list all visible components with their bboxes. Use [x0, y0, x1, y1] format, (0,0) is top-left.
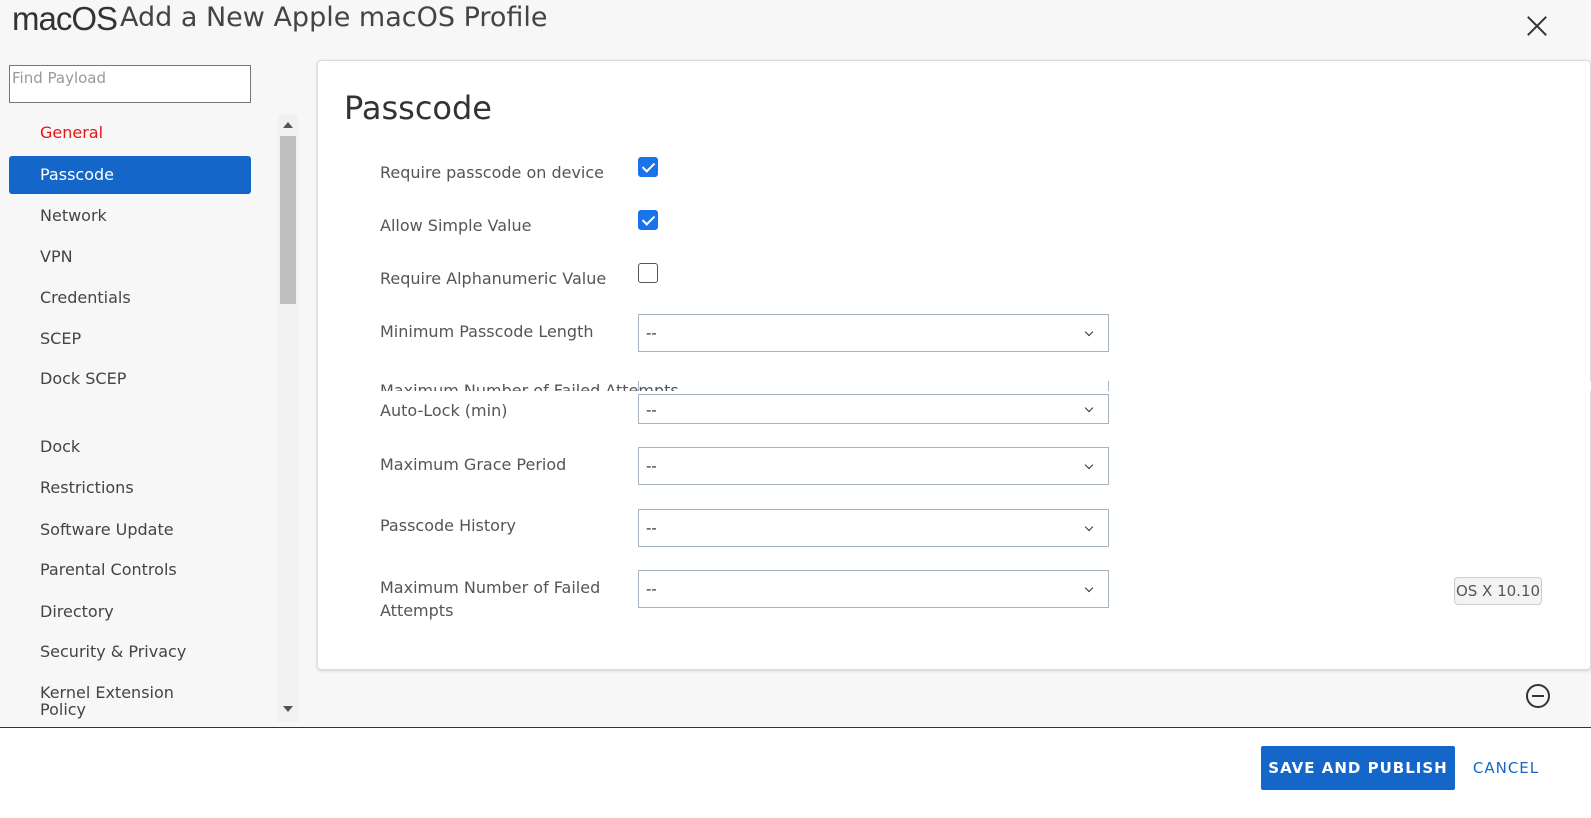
clipped-row: Maximum Number of Failed Attempts — [318, 381, 1591, 391]
sidebar-item-kernel-extension-policy[interactable]: Kernel Extension Policy — [9, 682, 179, 720]
grace-period-value: -- — [646, 457, 657, 475]
grace-period-label: Maximum Grace Period — [380, 455, 567, 474]
sidebar-item-software-update[interactable]: Software Update — [9, 511, 251, 549]
failed-attempts-label: Maximum Number of Failed Attempts — [380, 578, 601, 620]
remove-payload-icon[interactable] — [1526, 684, 1550, 708]
chevron-down-icon — [1084, 327, 1094, 337]
failed-attempts-value: -- — [646, 580, 657, 598]
sidebar-scrollbar[interactable] — [278, 114, 298, 722]
grace-period-select[interactable]: -- — [638, 447, 1109, 485]
sidebar-item-general[interactable]: General — [9, 114, 251, 152]
sidebar-item-credentials[interactable]: Credentials — [9, 279, 251, 317]
close-icon[interactable] — [1524, 13, 1550, 39]
clipped-row-select — [638, 381, 1109, 391]
panel-title: Passcode — [344, 89, 492, 127]
chevron-down-icon — [1084, 460, 1094, 470]
allow-simple-checkbox[interactable] — [638, 210, 658, 230]
history-label: Passcode History — [380, 516, 516, 535]
require-alphanumeric-label: Require Alphanumeric Value — [380, 269, 607, 288]
os-version-badge: OS X 10.10 — [1454, 577, 1542, 605]
scroll-up-arrow-icon[interactable] — [283, 122, 293, 128]
brand-label: macOS — [12, 0, 118, 37]
sidebar-item-parental-controls[interactable]: Parental Controls — [9, 551, 251, 589]
require-passcode-checkbox[interactable] — [638, 157, 658, 177]
require-passcode-label: Require passcode on device — [380, 163, 605, 182]
sidebar-item-vpn[interactable]: VPN — [9, 238, 251, 276]
chevron-down-icon — [1084, 403, 1094, 413]
passcode-panel: Passcode Require passcode on device Allo… — [317, 60, 1591, 670]
dialog-header: macOS Add a New Apple macOS Profile — [0, 0, 1591, 50]
sidebar-item-restrictions[interactable]: Restrictions — [9, 469, 251, 507]
dialog-title: Add a New Apple macOS Profile — [120, 2, 548, 33]
find-payload-input[interactable] — [9, 65, 251, 103]
save-and-publish-button[interactable]: SAVE AND PUBLISH — [1261, 746, 1455, 790]
sidebar-item-dock[interactable]: Dock — [9, 428, 251, 466]
auto-lock-select[interactable]: -- — [638, 394, 1109, 424]
cancel-button[interactable]: CANCEL — [1466, 746, 1546, 790]
min-length-select[interactable]: -- — [638, 314, 1109, 352]
scroll-down-arrow-icon[interactable] — [283, 706, 293, 712]
payload-list: General Passcode Network VPN Credentials… — [9, 114, 251, 722]
chevron-down-icon — [1084, 583, 1094, 593]
sidebar-item-passcode[interactable]: Passcode — [9, 156, 251, 194]
chevron-down-icon — [1084, 522, 1094, 532]
history-select[interactable]: -- — [638, 509, 1109, 547]
auto-lock-label: Auto-Lock (min) — [380, 401, 508, 420]
scroll-thumb[interactable] — [280, 136, 296, 304]
clipped-row-label: Maximum Number of Failed Attempts — [380, 381, 679, 391]
sidebar-item-dock-scep[interactable]: Dock SCEP — [9, 368, 129, 406]
require-alphanumeric-checkbox[interactable] — [638, 263, 658, 283]
auto-lock-value: -- — [646, 401, 657, 419]
history-value: -- — [646, 519, 657, 537]
sidebar-item-scep[interactable]: SCEP — [9, 320, 251, 358]
dialog-footer: SAVE AND PUBLISH CANCEL — [0, 727, 1591, 818]
sidebar-item-network[interactable]: Network — [9, 197, 251, 235]
min-length-label: Minimum Passcode Length — [380, 322, 594, 341]
sidebar-item-directory[interactable]: Directory — [9, 593, 251, 631]
allow-simple-label: Allow Simple Value — [380, 216, 532, 235]
sidebar-item-security-privacy[interactable]: Security & Privacy — [9, 633, 251, 671]
failed-attempts-select[interactable]: -- — [638, 570, 1109, 608]
min-length-value: -- — [646, 324, 657, 342]
